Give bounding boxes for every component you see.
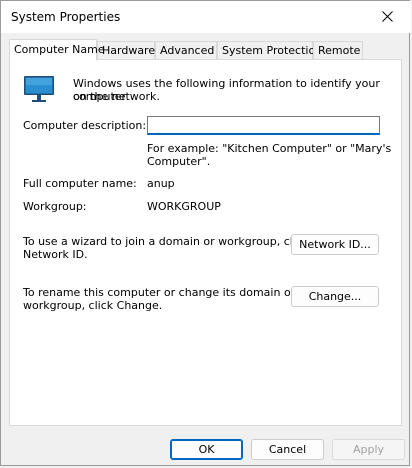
- tab-remote[interactable]: Remote: [313, 41, 363, 59]
- window-title: System Properties: [11, 10, 121, 24]
- network-id-text-line1: To use a wizard to join a domain or work…: [23, 235, 309, 248]
- computer-description-input[interactable]: [147, 116, 380, 135]
- close-button[interactable]: [365, 1, 411, 33]
- title-bar: System Properties: [1, 1, 411, 33]
- close-icon: [382, 11, 393, 22]
- intro-text-line2: on the network.: [73, 90, 160, 103]
- ok-button[interactable]: OK: [170, 439, 243, 460]
- network-id-button[interactable]: Network ID...: [291, 234, 379, 255]
- example-text-line2: Computer".: [147, 155, 211, 168]
- system-properties-window: System Properties Computer Name Hardware…: [0, 0, 411, 466]
- full-computer-name-label: Full computer name:: [23, 177, 137, 190]
- change-button[interactable]: Change...: [291, 286, 379, 307]
- computer-monitor-icon: [24, 76, 54, 102]
- workgroup-label: Workgroup:: [23, 200, 87, 213]
- full-computer-name-value: anup: [147, 177, 175, 190]
- apply-button[interactable]: Apply: [332, 439, 405, 460]
- change-text-line2: workgroup, click Change.: [23, 299, 163, 312]
- computer-description-label: Computer description:: [23, 119, 147, 132]
- network-id-text-line2: Network ID.: [23, 248, 88, 261]
- example-text-line1: For example: "Kitchen Computer" or "Mary…: [147, 142, 392, 155]
- tab-hardware[interactable]: Hardware: [97, 41, 155, 59]
- change-text-line1: To rename this computer or change its do…: [23, 286, 296, 299]
- tab-system-protection[interactable]: System Protection: [217, 41, 322, 59]
- tab-advanced[interactable]: Advanced: [155, 41, 217, 59]
- tab-computer-name[interactable]: Computer Name: [9, 39, 105, 61]
- workgroup-value: WORKGROUP: [147, 200, 221, 213]
- cancel-button[interactable]: Cancel: [251, 439, 324, 460]
